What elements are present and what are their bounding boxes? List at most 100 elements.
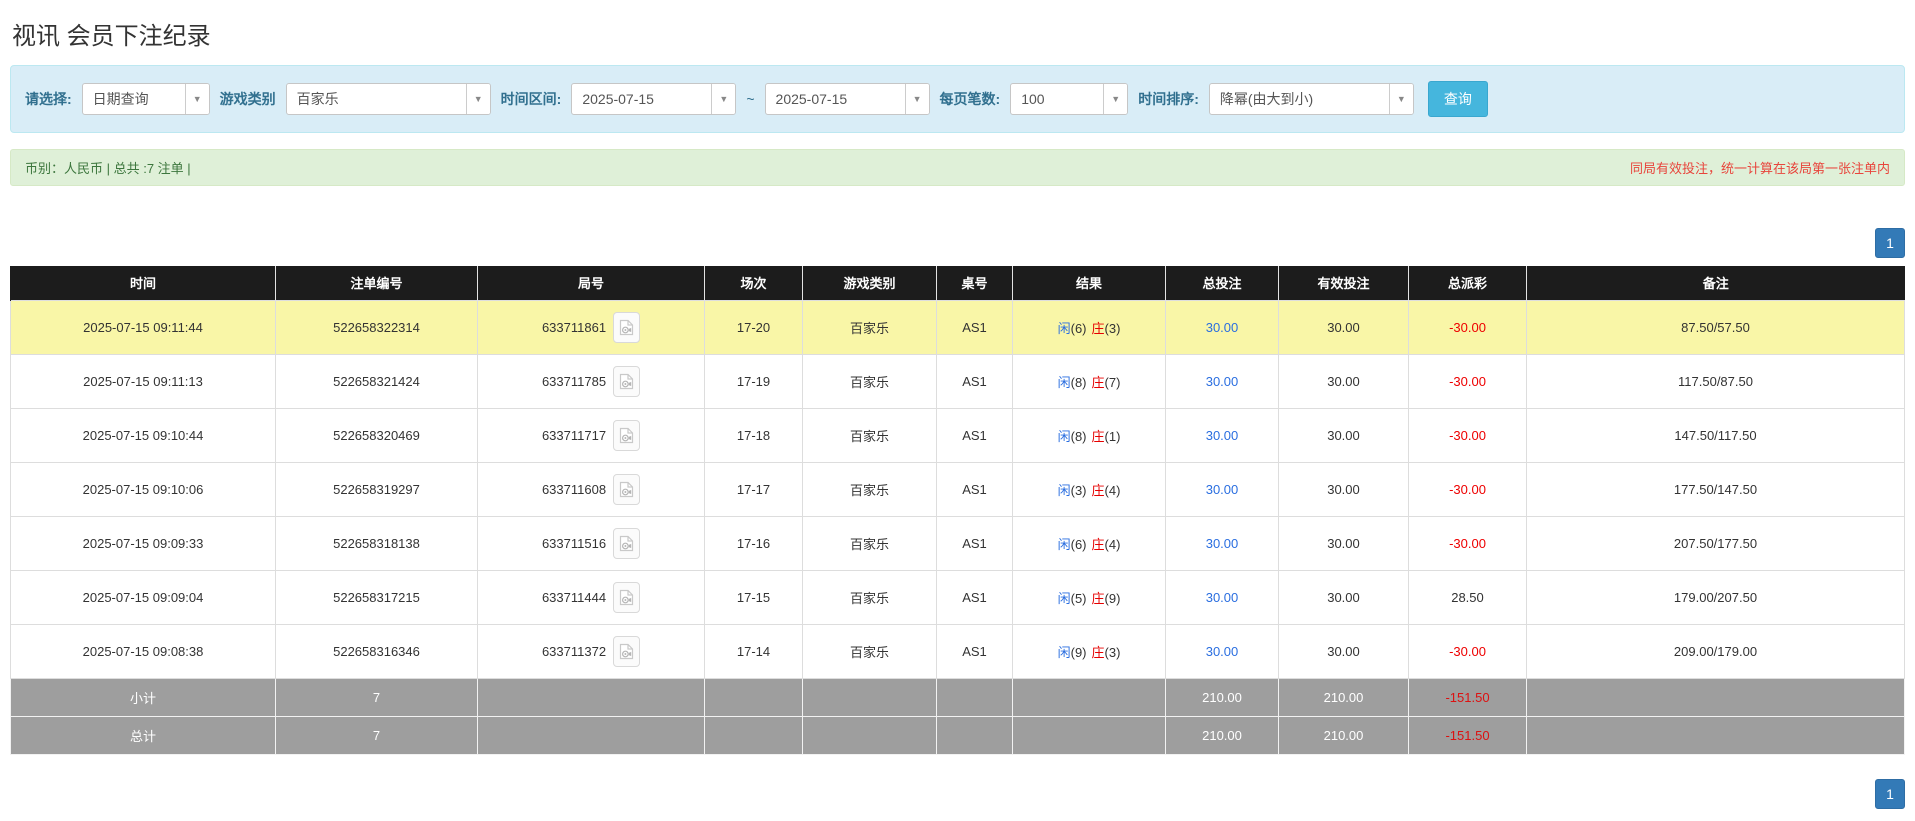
result-cell: 闲(3) 庄(4)	[1012, 461, 1166, 517]
game-type-cell: 百家乐	[802, 407, 937, 463]
subtotal-label: 小计	[10, 677, 276, 717]
time-sort-select[interactable]: 降幂(由大到小) ▼	[1208, 83, 1414, 115]
video-replay-button[interactable]	[613, 473, 641, 505]
bet-id-cell: 522658317215	[275, 569, 478, 625]
payout-cell: -30.00	[1408, 407, 1527, 463]
total-bet-link[interactable]: 30.00	[1206, 590, 1239, 605]
session-cell: 17-17	[704, 461, 803, 517]
table-row: 2025-07-15 09:10:06 522658319297 6337116…	[10, 461, 1905, 517]
chevron-down-icon[interactable]: ▼	[904, 84, 929, 114]
time-cell: 2025-07-15 09:11:13	[10, 353, 276, 409]
video-replay-button[interactable]	[613, 581, 641, 613]
banker-points: (4)	[1104, 536, 1121, 552]
total-bet-link[interactable]: 30.00	[1206, 320, 1239, 335]
total-bet-cell: 30.00	[1165, 515, 1279, 571]
total-bet-link[interactable]: 30.00	[1206, 428, 1239, 443]
round-number: 633711861	[541, 319, 607, 335]
time-range-label: 时间区间:	[500, 91, 562, 107]
page-size-select[interactable]: 100 ▼	[1010, 83, 1129, 115]
table-number-cell: AS1	[936, 407, 1013, 463]
remark-cell: 179.00/207.50	[1526, 569, 1905, 625]
banker-points: (9)	[1104, 590, 1121, 606]
game-type-value: 百家乐	[296, 91, 339, 107]
banker-points: (3)	[1104, 320, 1121, 336]
table-number-cell: AS1	[936, 299, 1013, 355]
game-type-cell: 百家乐	[802, 461, 937, 517]
time-cell: 2025-07-15 09:08:38	[10, 623, 276, 679]
time-sort-label: 时间排序:	[1138, 91, 1199, 107]
remark-cell: 87.50/57.50	[1526, 299, 1905, 355]
table-row: 2025-07-15 09:10:44 522658320469 6337117…	[10, 407, 1905, 463]
video-replay-button[interactable]	[613, 365, 641, 397]
payout-cell: 28.50	[1408, 569, 1527, 625]
session-cell: 17-19	[704, 353, 803, 409]
player-points: (9)	[1070, 644, 1087, 660]
column-header-table: 桌号	[936, 266, 1013, 300]
table-number-cell: AS1	[936, 515, 1013, 571]
result-cell: 闲(8) 庄(7)	[1012, 353, 1166, 409]
round-number: 633711444	[541, 589, 607, 605]
player-points: (6)	[1070, 320, 1087, 336]
chevron-down-icon[interactable]: ▼	[465, 84, 490, 114]
chevron-down-icon[interactable]: ▼	[1103, 84, 1128, 114]
column-header-bet-id: 注单编号	[275, 266, 478, 300]
search-button[interactable]: 查询	[1427, 81, 1488, 117]
game-type-cell: 百家乐	[802, 515, 937, 571]
date-to-value: 2025-07-15	[775, 91, 848, 107]
chevron-down-icon[interactable]: ▼	[711, 84, 736, 114]
payout-cell: -30.00	[1408, 461, 1527, 517]
remark-cell: 209.00/179.00	[1526, 623, 1905, 679]
video-replay-button[interactable]	[613, 311, 641, 343]
banker-points: (4)	[1104, 482, 1121, 498]
total-bet-cell: 30.00	[1165, 569, 1279, 625]
result-cell: 闲(5) 庄(9)	[1012, 569, 1166, 625]
query-type-select[interactable]: 日期查询 ▼	[81, 83, 210, 115]
game-type-cell: 百家乐	[802, 299, 937, 355]
total-bet-link[interactable]: 30.00	[1206, 644, 1239, 659]
video-file-icon	[619, 481, 634, 497]
video-file-icon	[619, 373, 634, 389]
total-row: 总计 7 210.00 210.00 -151.50	[10, 715, 1905, 755]
player-label: 闲	[1057, 590, 1071, 606]
column-header-time: 时间	[10, 266, 276, 300]
column-header-round: 局号	[477, 266, 705, 300]
column-header-session: 场次	[704, 266, 803, 300]
valid-bet-notice-text: 同局有效投注，统一计算在该局第一张注单内	[1629, 161, 1890, 176]
page-1-button[interactable]: 1	[1875, 778, 1905, 809]
banker-points: (7)	[1104, 374, 1121, 390]
result-cell: 闲(6) 庄(4)	[1012, 515, 1166, 571]
subtotal-count: 7	[275, 677, 478, 717]
round-number: 633711717	[541, 427, 607, 443]
date-to-select[interactable]: 2025-07-15 ▼	[764, 83, 930, 115]
subtotal-total-bet: 210.00	[1165, 677, 1279, 717]
column-header-valid-bet: 有效投注	[1278, 266, 1409, 300]
video-replay-button[interactable]	[613, 635, 641, 667]
session-cell: 17-15	[704, 569, 803, 625]
total-bet-link[interactable]: 30.00	[1206, 482, 1239, 497]
round-cell: 633711717	[477, 407, 705, 463]
banker-label: 庄	[1091, 482, 1105, 498]
chevron-down-icon[interactable]: ▼	[184, 84, 209, 114]
query-type-label: 请选择:	[25, 91, 72, 107]
round-number: 633711372	[541, 643, 607, 659]
bet-records-table: 时间 注单编号 局号 场次 游戏类别 桌号 结果 总投注 有效投注 总派彩 备注…	[10, 266, 1905, 755]
total-bet-link[interactable]: 30.00	[1206, 536, 1239, 551]
bet-id-cell: 522658316346	[275, 623, 478, 679]
result-cell: 闲(9) 庄(3)	[1012, 623, 1166, 679]
time-cell: 2025-07-15 09:09:04	[10, 569, 276, 625]
chevron-down-icon[interactable]: ▼	[1388, 84, 1413, 114]
game-type-select[interactable]: 百家乐 ▼	[285, 83, 491, 115]
result-cell: 闲(6) 庄(3)	[1012, 299, 1166, 355]
video-replay-button[interactable]	[613, 419, 641, 451]
column-header-remark: 备注	[1526, 266, 1905, 300]
video-replay-button[interactable]	[613, 527, 641, 559]
time-cell: 2025-07-15 09:09:33	[10, 515, 276, 571]
table-row: 2025-07-15 09:11:44 522658322314 6337118…	[10, 299, 1905, 355]
time-cell: 2025-07-15 09:10:06	[10, 461, 276, 517]
total-bet-link[interactable]: 30.00	[1206, 374, 1239, 389]
date-from-select[interactable]: 2025-07-15 ▼	[571, 83, 737, 115]
query-type-value: 日期查询	[92, 91, 149, 107]
page-1-button[interactable]: 1	[1875, 228, 1905, 258]
payout-cell: -30.00	[1408, 515, 1527, 571]
total-bet-cell: 30.00	[1165, 353, 1279, 409]
